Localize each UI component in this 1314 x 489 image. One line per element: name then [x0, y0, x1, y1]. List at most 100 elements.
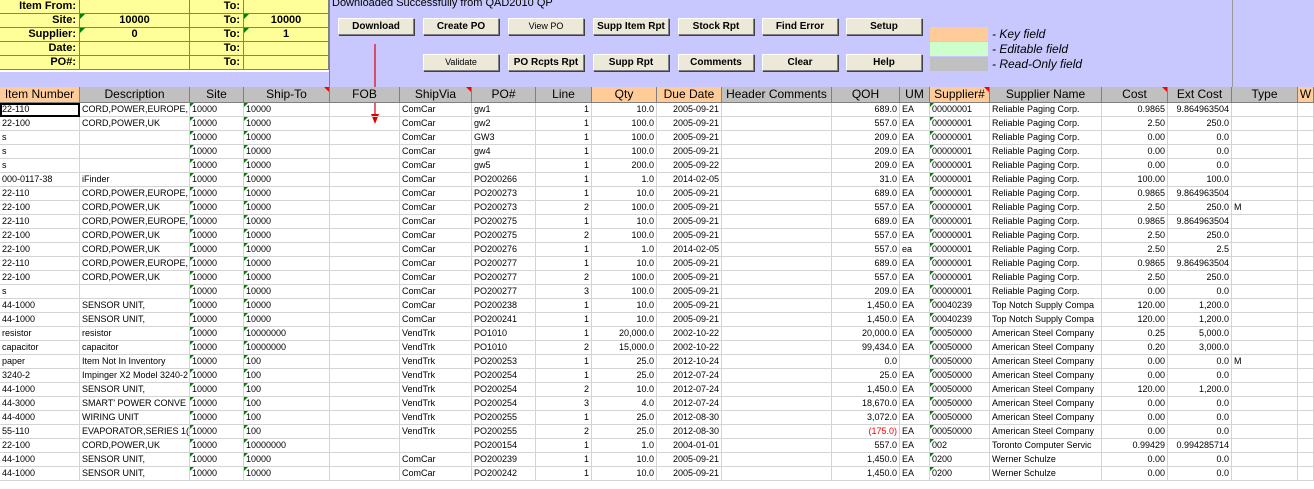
setup-button[interactable]: Setup [846, 18, 922, 35]
grid-cell[interactable] [722, 215, 832, 229]
column-header-ext-cost[interactable]: Ext Cost [1168, 87, 1232, 102]
grid-cell[interactable]: 1 [536, 215, 592, 229]
grid-cell[interactable]: 2 [536, 425, 592, 439]
column-header-site[interactable]: Site [190, 87, 244, 102]
grid-cell[interactable]: Impinger X2 Model 3240-2 [80, 369, 190, 383]
grid-cell[interactable]: 10000 [244, 145, 330, 159]
grid-cell[interactable] [330, 439, 400, 453]
grid-cell[interactable]: gw4 [472, 145, 536, 159]
grid-cell[interactable]: 2005-09-21 [657, 257, 722, 271]
grid-cell[interactable]: 557.0 [832, 201, 900, 215]
grid-cell[interactable]: 000-0117-38 [0, 173, 80, 187]
grid-cell[interactable] [900, 355, 930, 369]
grid-cell[interactable]: 10000 [244, 173, 330, 187]
grid-cell[interactable]: EA [900, 299, 930, 313]
grid-cell[interactable]: 10000 [190, 131, 244, 145]
grid-cell[interactable]: 00000001 [930, 215, 990, 229]
grid-cell[interactable]: 100.0 [592, 117, 657, 131]
grid-cell[interactable] [1298, 229, 1314, 243]
grid-cell[interactable]: 20,000.0 [832, 327, 900, 341]
grid-cell[interactable] [722, 117, 832, 131]
grid-cell[interactable]: 00050000 [930, 327, 990, 341]
grid-cell[interactable]: EA [900, 145, 930, 159]
grid-cell[interactable]: EA [900, 229, 930, 243]
grid-cell[interactable]: 0.00 [1102, 453, 1168, 467]
grid-cell[interactable] [1298, 145, 1314, 159]
grid-cell[interactable]: ComCar [400, 117, 472, 131]
grid-cell[interactable] [400, 439, 472, 453]
grid-cell[interactable]: 1 [536, 439, 592, 453]
grid-cell[interactable] [722, 187, 832, 201]
grid-cell[interactable]: s [0, 285, 80, 299]
grid-cell[interactable]: 2.50 [1102, 229, 1168, 243]
grid-cell[interactable]: 0.0 [1168, 159, 1232, 173]
grid-cell[interactable]: 55-110 [0, 425, 80, 439]
grid-cell[interactable]: 2005-09-21 [657, 103, 722, 117]
grid-cell[interactable] [1298, 131, 1314, 145]
grid-cell[interactable]: 00040239 [930, 313, 990, 327]
grid-cell[interactable] [722, 313, 832, 327]
grid-cell[interactable]: Werner Schulze [990, 467, 1102, 481]
grid-cell[interactable] [722, 201, 832, 215]
grid-cell[interactable]: PO200266 [472, 173, 536, 187]
grid-cell[interactable]: PO200277 [472, 285, 536, 299]
grid-cell[interactable]: 00040239 [930, 299, 990, 313]
site-from-input[interactable]: 10000 [80, 14, 190, 28]
grid-cell[interactable] [330, 271, 400, 285]
grid-cell[interactable]: 00000001 [930, 131, 990, 145]
validate-button[interactable]: Validate [423, 54, 499, 71]
grid-cell[interactable]: 10000 [244, 453, 330, 467]
grid-cell[interactable]: American Steel Company [990, 411, 1102, 425]
grid-cell[interactable]: 10000 [190, 453, 244, 467]
grid-cell[interactable]: capacitor [0, 341, 80, 355]
grid-cell[interactable]: PO200276 [472, 243, 536, 257]
grid-cell[interactable] [330, 425, 400, 439]
grid-cell[interactable]: 2005-09-22 [657, 159, 722, 173]
grid-cell[interactable]: 10000 [190, 117, 244, 131]
grid-cell[interactable]: WIRING UNIT [80, 411, 190, 425]
grid-cell[interactable]: PO1010 [472, 327, 536, 341]
grid-cell[interactable]: American Steel Company [990, 327, 1102, 341]
grid-cell[interactable]: PO200241 [472, 313, 536, 327]
grid-cell[interactable]: 209.0 [832, 285, 900, 299]
column-header-due-date[interactable]: Due Date [657, 87, 722, 102]
grid-cell[interactable]: 0.00 [1102, 355, 1168, 369]
grid-cell[interactable] [1232, 229, 1298, 243]
grid-cell[interactable]: Werner Schulze [990, 453, 1102, 467]
grid-cell[interactable]: 1 [536, 145, 592, 159]
grid-cell[interactable]: ComCar [400, 159, 472, 173]
grid-cell[interactable]: 1 [536, 173, 592, 187]
grid-cell[interactable]: 10000 [190, 313, 244, 327]
grid-cell[interactable]: PO200254 [472, 369, 536, 383]
grid-cell[interactable]: 10000 [244, 243, 330, 257]
grid-cell[interactable] [1298, 257, 1314, 271]
grid-cell[interactable]: 2005-09-21 [657, 117, 722, 131]
grid-cell[interactable]: 10000 [244, 299, 330, 313]
grid-cell[interactable]: 2012-10-24 [657, 355, 722, 369]
grid-cell[interactable] [330, 327, 400, 341]
grid-cell[interactable] [1232, 397, 1298, 411]
grid-cell[interactable] [1232, 327, 1298, 341]
grid-cell[interactable]: 00050000 [930, 425, 990, 439]
grid-cell[interactable]: 557.0 [832, 117, 900, 131]
grid-cell[interactable]: PO200253 [472, 355, 536, 369]
grid-cell[interactable]: 1,450.0 [832, 467, 900, 481]
grid-cell[interactable]: EA [900, 131, 930, 145]
grid-cell[interactable]: 10.0 [592, 299, 657, 313]
grid-cell[interactable]: 9.864963504 [1168, 257, 1232, 271]
grid-cell[interactable]: 10000 [190, 103, 244, 117]
grid-cell[interactable] [1298, 327, 1314, 341]
grid-cell[interactable]: 00000001 [930, 201, 990, 215]
column-header-description[interactable]: Description [80, 87, 190, 102]
grid-cell[interactable]: 689.0 [832, 187, 900, 201]
grid-cell[interactable]: 1,450.0 [832, 383, 900, 397]
grid-cell[interactable] [330, 397, 400, 411]
grid-cell[interactable]: 00000001 [930, 103, 990, 117]
grid-cell[interactable]: 1,450.0 [832, 313, 900, 327]
grid-cell[interactable]: CORD,POWER,EUROPE, [80, 187, 190, 201]
grid-cell[interactable]: ComCar [400, 131, 472, 145]
grid-cell[interactable]: 2005-09-21 [657, 131, 722, 145]
grid-cell[interactable]: Reliable Paging Corp. [990, 159, 1102, 173]
grid-cell[interactable] [1232, 299, 1298, 313]
grid-cell[interactable]: Reliable Paging Corp. [990, 103, 1102, 117]
